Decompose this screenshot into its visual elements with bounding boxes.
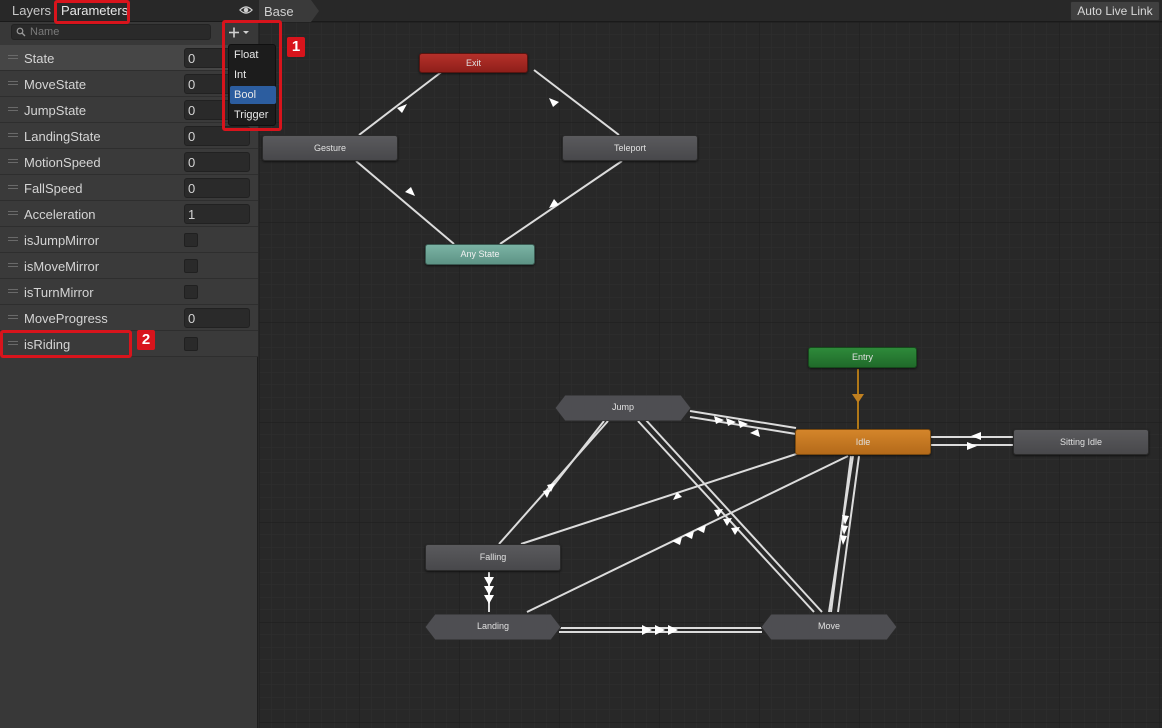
parameter-type-menu: Float Int Bool Trigger: [228, 44, 276, 126]
parameter-value-field[interactable]: 0: [184, 126, 250, 146]
parameter-row[interactable]: isTurnMirror: [0, 279, 258, 305]
parameter-checkbox[interactable]: [184, 233, 198, 247]
state-node-move[interactable]: Move: [761, 614, 897, 640]
drag-handle-icon[interactable]: [8, 289, 18, 293]
eye-icon[interactable]: [239, 3, 253, 17]
parameter-name: MoveProgress: [24, 311, 108, 326]
drag-handle-icon[interactable]: [8, 159, 18, 163]
badge-one: 1: [287, 37, 305, 57]
state-machine-graph[interactable]: Exit Gesture Teleport Any State Entry Ju…: [259, 22, 1162, 728]
parameter-value-field[interactable]: 0: [184, 178, 250, 198]
parameter-value-field[interactable]: 0: [184, 152, 250, 172]
parameter-name: FallSpeed: [24, 181, 83, 196]
parameter-name: MoveState: [24, 77, 87, 92]
parameters-panel: Layers Parameters State0MoveState0Jum: [0, 0, 258, 728]
parameter-name: State: [24, 51, 55, 66]
search-row: [0, 22, 258, 44]
menu-item-bool[interactable]: Bool: [230, 86, 276, 104]
drag-handle-icon[interactable]: [8, 211, 18, 215]
state-node-exit[interactable]: Exit: [419, 53, 528, 73]
parameter-row[interactable]: MotionSpeed 0: [0, 149, 258, 175]
parameter-row[interactable]: isRiding: [0, 331, 258, 357]
graph-toolbar: Base Auto Live Link: [259, 0, 1162, 22]
state-node-move-label: Move: [817, 621, 840, 631]
state-node-entry[interactable]: Entry: [808, 347, 917, 368]
parameter-checkbox[interactable]: [184, 337, 198, 351]
auto-live-link-button[interactable]: Auto Live Link: [1070, 1, 1160, 21]
state-node-teleport[interactable]: Teleport: [562, 135, 698, 161]
parameter-name: isTurnMirror: [24, 285, 94, 300]
panel-tabbar: Layers Parameters: [0, 0, 258, 22]
drag-handle-icon[interactable]: [8, 81, 18, 85]
tab-layers[interactable]: Layers: [12, 3, 51, 18]
breadcrumb-arrow: [311, 0, 319, 22]
parameter-row[interactable]: FallSpeed 0: [0, 175, 258, 201]
parameter-row[interactable]: isJumpMirror: [0, 227, 258, 253]
parameter-row[interactable]: isMoveMirror: [0, 253, 258, 279]
breadcrumb[interactable]: Base: [259, 0, 311, 22]
drag-handle-icon[interactable]: [8, 315, 18, 319]
parameter-name: MotionSpeed: [24, 155, 101, 170]
parameter-row[interactable]: State 0: [0, 45, 258, 71]
state-node-gesture[interactable]: Gesture: [262, 135, 398, 161]
tab-parameters[interactable]: Parameters: [61, 3, 128, 18]
menu-item-float[interactable]: Float: [230, 46, 276, 64]
animator-window: Layers Parameters State0MoveState0Jum: [0, 0, 1162, 728]
parameter-name: LandingState: [24, 129, 101, 144]
state-node-landing[interactable]: Landing: [425, 614, 561, 640]
badge-two: 2: [137, 330, 155, 350]
state-node-any-state[interactable]: Any State: [425, 244, 535, 265]
state-node-jump[interactable]: Jump: [555, 395, 691, 421]
state-node-landing-label: Landing: [476, 621, 510, 631]
parameter-row[interactable]: MoveState 0: [0, 71, 258, 97]
parameter-name: JumpState: [24, 103, 87, 118]
graph-canvas: [259, 22, 1162, 728]
state-node-sitting-idle[interactable]: Sitting Idle: [1013, 429, 1149, 455]
parameter-name: isMoveMirror: [24, 259, 100, 274]
parameter-value-field[interactable]: 1: [184, 204, 250, 224]
parameter-list: State 0 MoveState 0 JumpState 0 LandingState 0 M…: [0, 45, 258, 357]
drag-handle-icon[interactable]: [8, 263, 18, 267]
drag-handle-icon[interactable]: [8, 237, 18, 241]
parameter-row[interactable]: LandingState 0: [0, 123, 258, 149]
parameter-row[interactable]: MoveProgress 0: [0, 305, 258, 331]
menu-item-trigger[interactable]: Trigger: [230, 106, 276, 124]
menu-item-int[interactable]: Int: [230, 66, 276, 84]
state-node-idle[interactable]: Idle: [795, 429, 931, 455]
parameter-row[interactable]: Acceleration 1: [0, 201, 258, 227]
drag-handle-icon[interactable]: [8, 107, 18, 111]
search-input[interactable]: [30, 25, 208, 39]
parameter-name: isRiding: [24, 337, 71, 352]
breadcrumb-base: Base: [264, 4, 294, 19]
drag-handle-icon[interactable]: [8, 185, 18, 189]
drag-handle-icon[interactable]: [8, 55, 18, 59]
parameter-value-field[interactable]: 0: [184, 308, 250, 328]
search-field[interactable]: [11, 24, 211, 40]
drag-handle-icon[interactable]: [8, 133, 18, 137]
search-icon: [16, 27, 26, 37]
add-parameter-button[interactable]: [225, 24, 253, 41]
state-node-falling[interactable]: Falling: [425, 544, 561, 571]
parameter-name: isJumpMirror: [24, 233, 100, 248]
parameter-name: Acceleration: [24, 207, 96, 222]
state-node-jump-label: Jump: [611, 402, 634, 412]
parameter-checkbox[interactable]: [184, 285, 198, 299]
parameter-checkbox[interactable]: [184, 259, 198, 273]
drag-handle-icon[interactable]: [8, 341, 18, 345]
parameter-row[interactable]: JumpState 0: [0, 97, 258, 123]
